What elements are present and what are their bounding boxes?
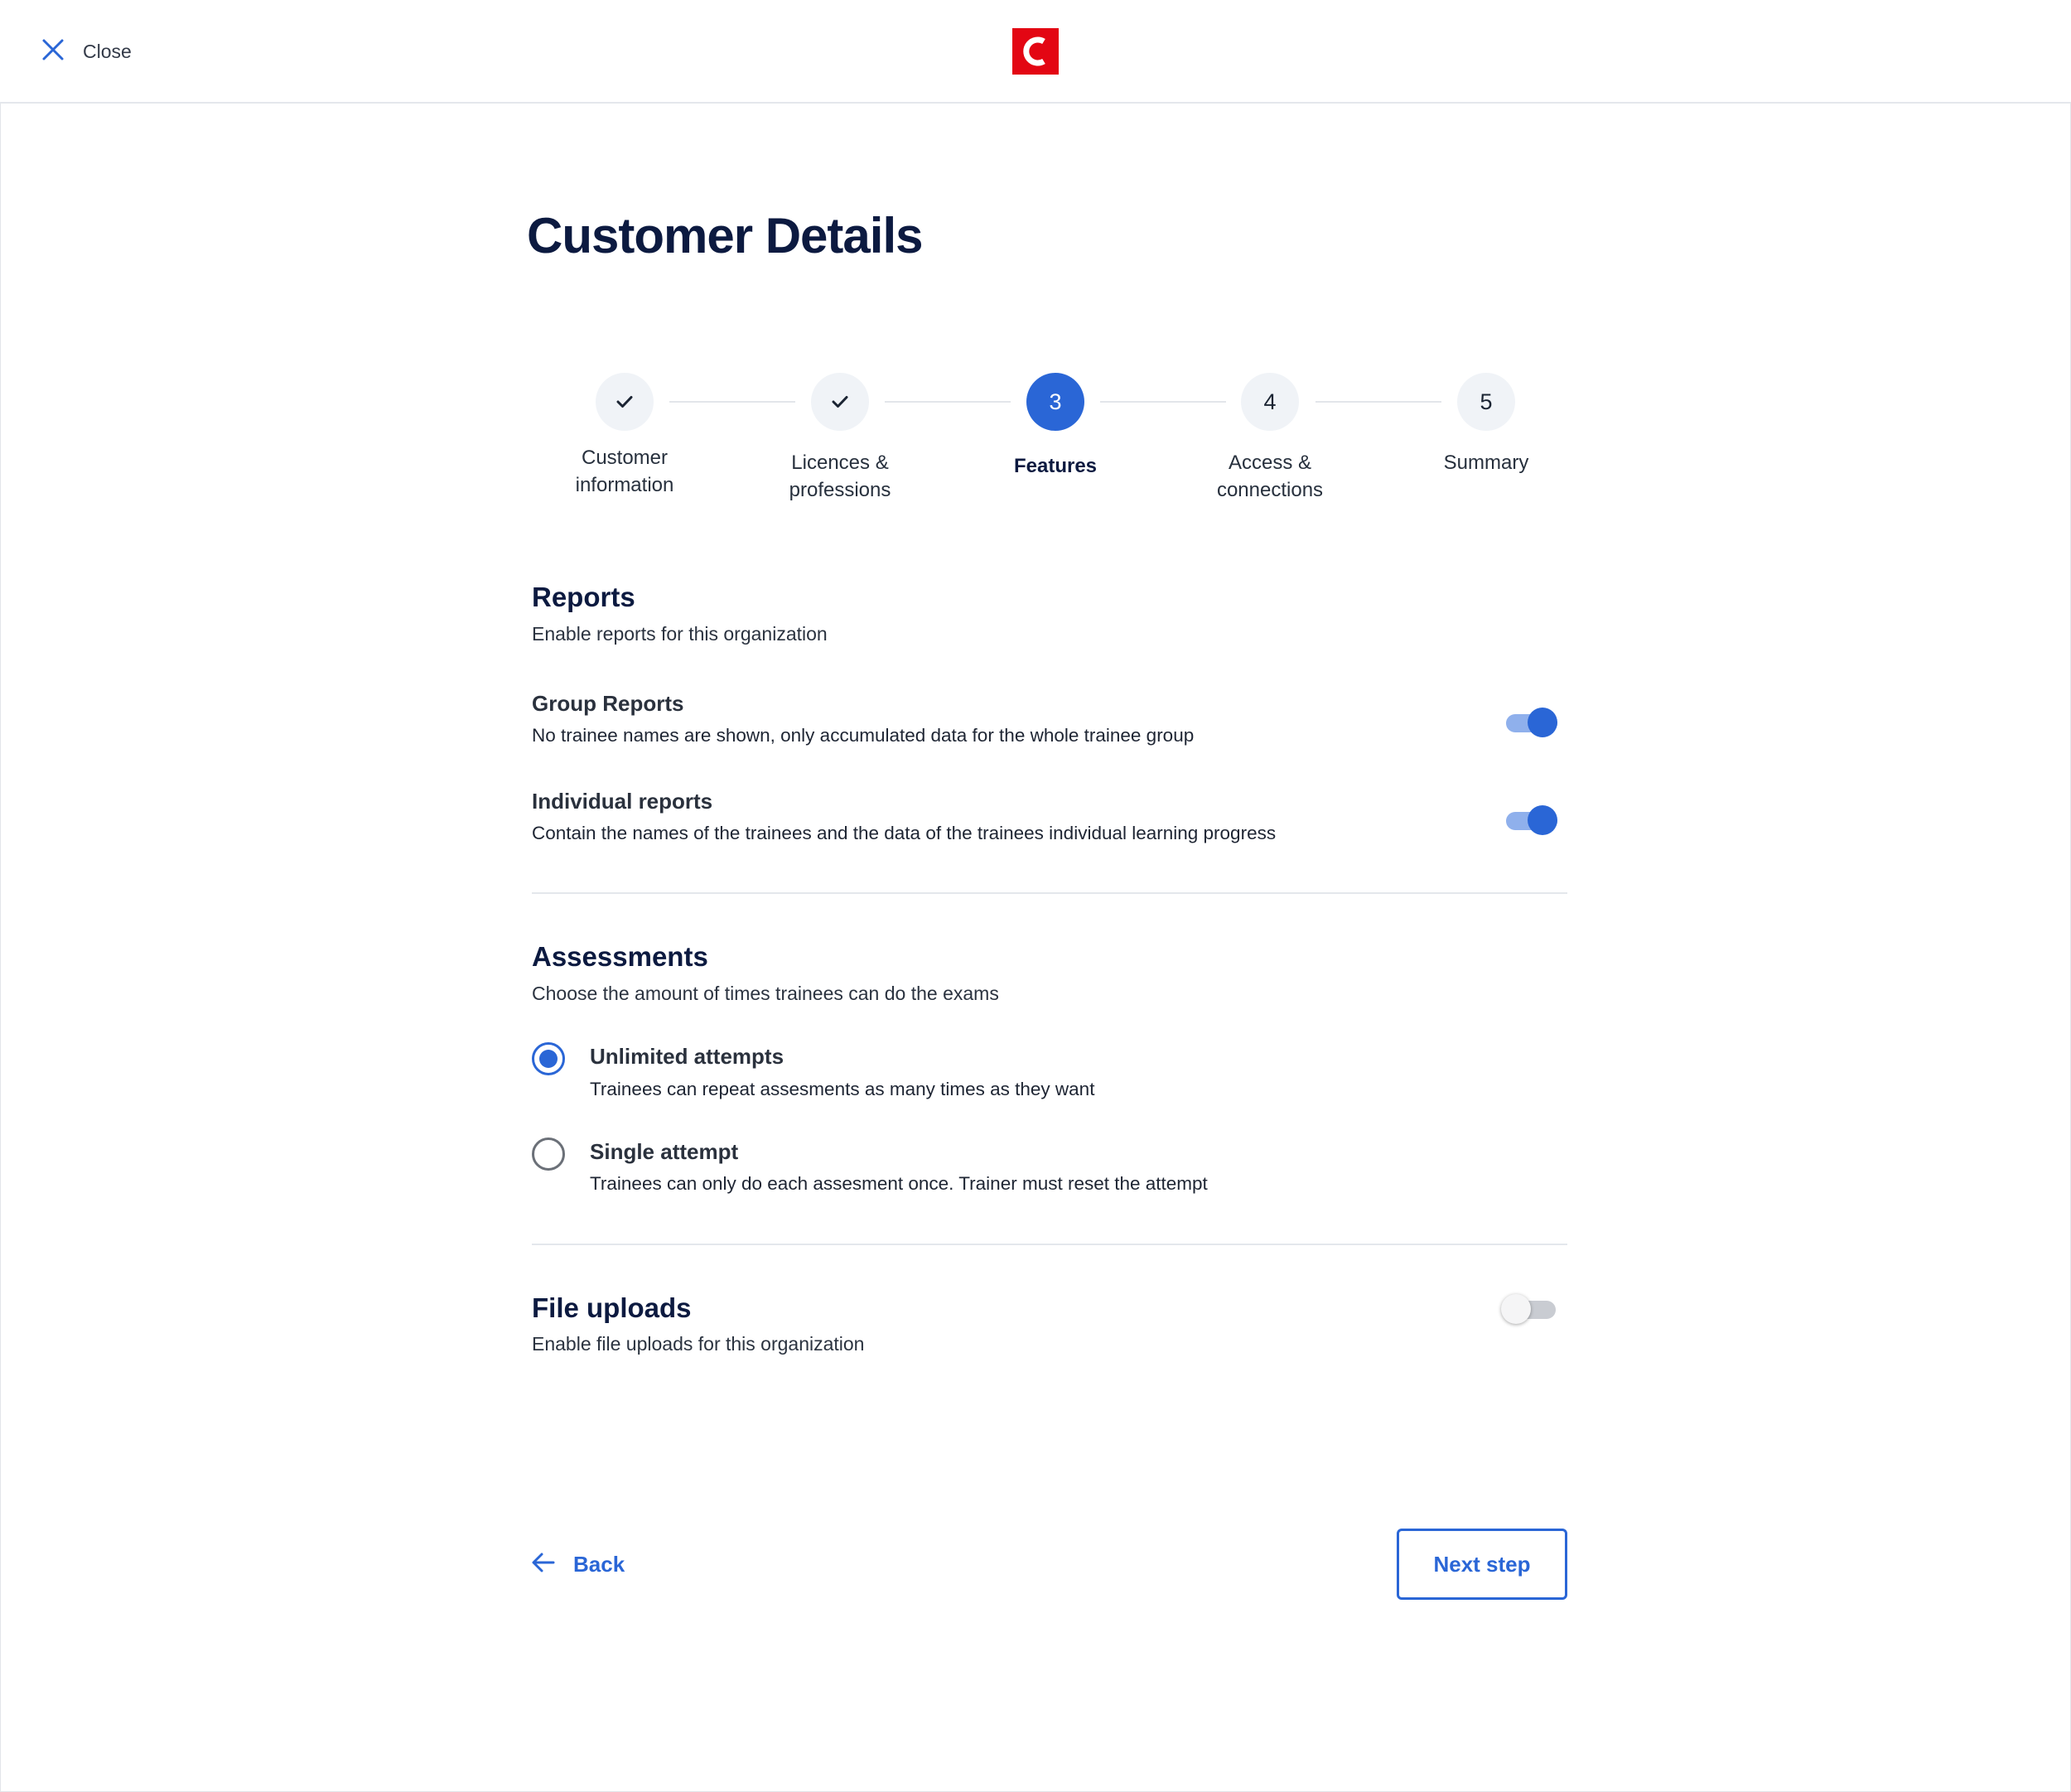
page-title: Customer Details — [527, 208, 923, 263]
step-number: 3 — [1026, 373, 1084, 431]
step-label: Summary — [1443, 452, 1529, 474]
unlimited-attempts-description: Trainees can repeat assesments as many t… — [590, 1079, 1095, 1099]
reports-subtitle: Enable reports for this organization — [532, 623, 828, 645]
toggle-knob — [1501, 1294, 1531, 1324]
arrow-left-icon — [530, 1549, 557, 1580]
group-reports-description: No trainee names are shown, only accumul… — [532, 725, 1195, 746]
close-icon — [40, 36, 66, 67]
step-summary[interactable]: 5 Summary — [1383, 373, 1590, 476]
app-frame — [0, 0, 2071, 1792]
single-attempt-description: Trainees can only do each assesment once… — [590, 1173, 1208, 1194]
next-step-button[interactable]: Next step — [1397, 1529, 1567, 1600]
individual-reports-title: Individual reports — [532, 789, 713, 814]
step-circle — [811, 373, 869, 431]
top-bar: Close — [0, 0, 2071, 104]
step-label: Customer information — [575, 447, 674, 496]
section-divider — [532, 1244, 1567, 1245]
step-label: Access & connections — [1216, 452, 1324, 501]
close-button[interactable]: Close — [40, 36, 132, 67]
step-label: Licences & professions — [789, 452, 891, 501]
group-reports-title: Group Reports — [532, 691, 684, 716]
unlimited-attempts-radio[interactable] — [532, 1042, 565, 1075]
step-licences-professions[interactable]: Licences & professions — [736, 373, 944, 504]
step-number: 5 — [1457, 373, 1515, 431]
step-customer-information[interactable]: Customer information — [521, 373, 728, 499]
radio-dot — [539, 1050, 558, 1068]
toggle-knob — [1528, 805, 1557, 835]
group-reports-toggle[interactable] — [1503, 706, 1561, 739]
file-uploads-subtitle: Enable file uploads for this organizatio… — [532, 1333, 865, 1355]
assessments-title: Assessments — [532, 941, 708, 972]
file-uploads-toggle[interactable] — [1501, 1292, 1559, 1326]
individual-reports-toggle[interactable] — [1503, 804, 1561, 837]
single-attempt-radio[interactable] — [532, 1138, 565, 1171]
assessments-subtitle: Choose the amount of times trainees can … — [532, 983, 999, 1004]
step-features[interactable]: 3 Features — [952, 373, 1159, 480]
step-circle — [596, 373, 654, 431]
progress-stepper: Customer information Licences & professi… — [527, 373, 1567, 522]
step-label: Features — [1013, 455, 1098, 477]
toggle-knob — [1528, 708, 1557, 737]
brand-logo — [1012, 28, 1059, 75]
individual-reports-description: Contain the names of the trainees and th… — [532, 823, 1277, 843]
section-divider — [532, 892, 1567, 894]
reports-title: Reports — [532, 582, 635, 612]
back-button[interactable]: Back — [530, 1549, 625, 1580]
checkmark-icon — [832, 396, 848, 408]
step-number: 4 — [1241, 373, 1299, 431]
single-attempt-title: Single attempt — [590, 1139, 739, 1164]
unlimited-attempts-title: Unlimited attempts — [590, 1044, 784, 1069]
checkmark-icon — [616, 396, 633, 408]
close-label: Close — [83, 41, 132, 62]
step-access-connections[interactable]: 4 Access & connections — [1166, 373, 1373, 504]
file-uploads-title: File uploads — [532, 1292, 692, 1323]
back-label: Back — [573, 1552, 625, 1577]
